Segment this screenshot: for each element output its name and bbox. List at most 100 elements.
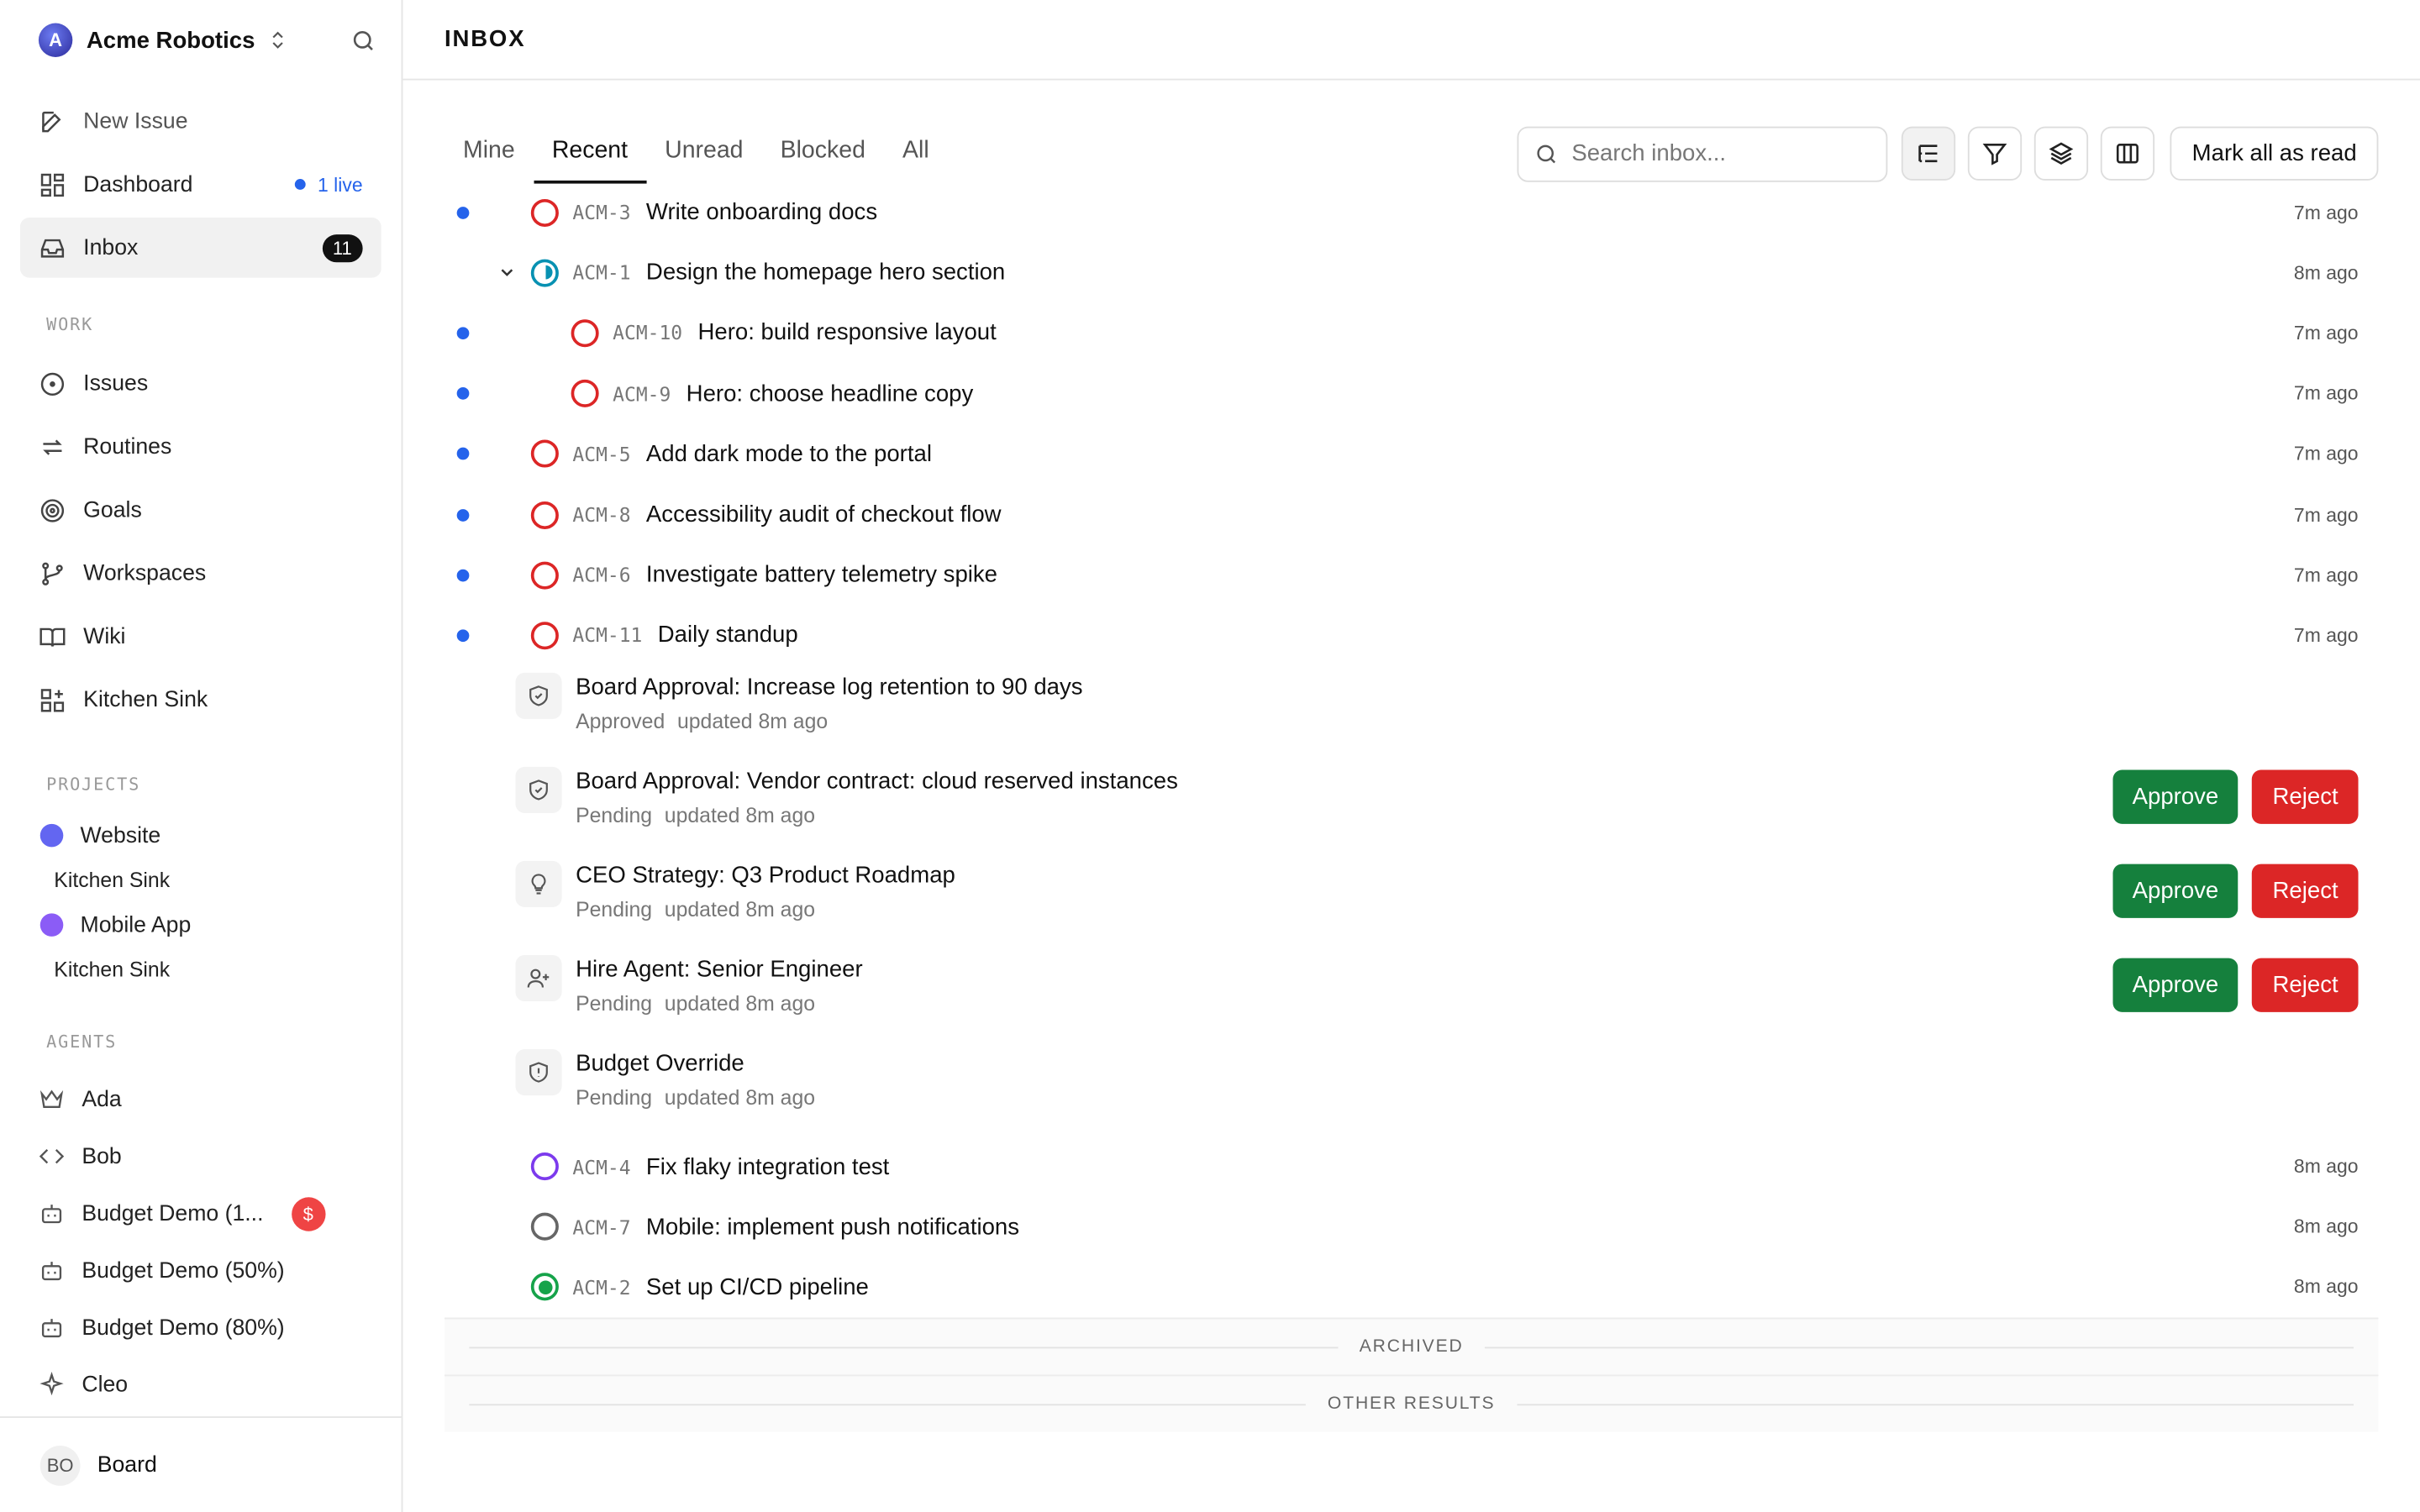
tab-unread[interactable]: Unread — [646, 137, 761, 183]
issue-row[interactable]: ACM-11 Daily standup 7m ago — [445, 606, 2378, 666]
issue-row[interactable]: ACM-3 Write onboarding docs 7m ago — [445, 182, 2378, 243]
project-name: Mobile App — [80, 912, 192, 937]
agent-name: Bob — [82, 1143, 122, 1169]
sidebar-item-routines[interactable]: Routines — [20, 417, 381, 477]
approval-updated: updated 8m ago — [676, 708, 829, 732]
unread-dot — [456, 206, 470, 219]
sidebar-item-wiki[interactable]: Wiki — [20, 606, 381, 667]
mark-all-read-button[interactable]: Mark all as read — [2170, 126, 2379, 181]
approval-row[interactable]: Board Approval: Increase log retention t… — [445, 666, 2378, 760]
approval-title: Board Approval: Vendor contract: cloud r… — [576, 767, 1178, 795]
agent-item[interactable]: Budget Demo (1... $ — [0, 1185, 402, 1242]
status-icon[interactable] — [530, 501, 559, 529]
issue-time: 8m ago — [2293, 1155, 2359, 1178]
chevron-down-icon[interactable] — [497, 263, 517, 283]
tab-recent[interactable]: Recent — [533, 137, 647, 183]
group-button[interactable] — [2034, 126, 2089, 181]
project-subitem[interactable]: Kitchen Sink — [0, 948, 402, 992]
status-icon[interactable] — [571, 380, 599, 408]
agent-item[interactable]: Budget Demo (80%) — [0, 1299, 402, 1357]
agent-item[interactable]: Budget Demo (50%) — [0, 1242, 402, 1299]
approval-row[interactable]: Budget Override Pending updated 8m ago — [445, 1042, 2378, 1137]
issue-title: Investigate battery telemetry spike — [645, 561, 997, 589]
bot-icon — [39, 1257, 65, 1284]
issue-row[interactable]: ACM-1 Design the homepage hero section 8m … — [445, 243, 2378, 303]
issue-key: ACM-5 — [572, 442, 631, 466]
sidebar-item-dashboard[interactable]: Dashboard 1 live — [20, 155, 381, 215]
agent-item[interactable]: Ada — [0, 1071, 402, 1128]
status-icon[interactable] — [530, 1273, 559, 1302]
approval-row[interactable]: Hire Agent: Senior Engineer Pending update… — [445, 948, 2378, 1042]
project-subitem[interactable]: Kitchen Sink — [0, 858, 402, 902]
archived-divider[interactable]: ARCHIVED — [444, 1317, 2379, 1375]
issue-time: 8m ago — [2293, 1276, 2359, 1299]
issue-title: Hero: choose headline copy — [686, 381, 974, 407]
issue-row[interactable]: ACM-2 Set up CI/CD pipeline 8m ago — [445, 1257, 2378, 1318]
issue-row[interactable]: ACM-10 Hero: build responsive layout 7m ag… — [445, 303, 2378, 364]
nested-view-button[interactable] — [1902, 126, 1956, 181]
status-icon[interactable] — [530, 561, 559, 590]
dashboard-icon — [39, 171, 66, 198]
reject-button[interactable]: Reject — [2252, 863, 2359, 917]
issues-top: ACM-3 Write onboarding docs 7m ago ACM-1 Des… — [445, 182, 2378, 666]
issue-time: 7m ago — [2293, 624, 2359, 647]
sidebar-item-label: Issues — [83, 370, 149, 396]
tab-all[interactable]: All — [884, 137, 948, 183]
reject-button[interactable]: Reject — [2252, 957, 2359, 1011]
approve-button[interactable]: Approve — [2112, 957, 2239, 1011]
columns-button[interactable] — [2101, 126, 2155, 181]
issue-row[interactable]: ACM-5 Add dark mode to the portal 7m ago — [445, 424, 2378, 485]
issue-title: Add dark mode to the portal — [645, 441, 932, 468]
status-icon[interactable] — [530, 622, 559, 650]
project-item[interactable]: Mobile App — [0, 902, 402, 947]
other-results-divider[interactable]: OTHER RESULTS — [444, 1374, 2379, 1432]
agent-item[interactable]: Bob — [0, 1128, 402, 1185]
search-box[interactable] — [1518, 125, 1888, 181]
status-icon[interactable] — [571, 319, 599, 348]
issue-time: 8m ago — [2293, 1215, 2359, 1238]
approve-button[interactable]: Approve — [2112, 863, 2239, 917]
workspaces-icon — [39, 559, 66, 587]
search-input[interactable] — [1571, 140, 1865, 167]
agent-item[interactable]: Cleo — [0, 1356, 402, 1413]
issue-time: 7m ago — [2293, 382, 2359, 405]
new-issue-button[interactable]: New Issue — [20, 91, 381, 151]
approval-row[interactable]: Board Approval: Vendor contract: cloud r… — [445, 760, 2378, 854]
issue-key: ACM-7 — [572, 1215, 631, 1239]
issue-row[interactable]: ACM-9 Hero: choose headline copy 7m ago — [445, 364, 2378, 424]
issue-title: Write onboarding docs — [645, 199, 878, 226]
status-icon[interactable] — [530, 440, 559, 469]
sidebar-item-goals[interactable]: Goals — [20, 480, 381, 540]
chevron-up-down-icon — [267, 29, 289, 51]
sidebar-item-kitchen-sink[interactable]: Kitchen Sink — [20, 669, 381, 730]
live-indicator: 1 live — [294, 174, 363, 195]
agent-name: Ada — [82, 1086, 122, 1112]
unread-dot — [456, 629, 470, 642]
project-item[interactable]: Website — [0, 813, 402, 858]
reject-button[interactable]: Reject — [2252, 769, 2359, 823]
status-icon[interactable] — [530, 1213, 559, 1242]
search-icon[interactable] — [350, 27, 376, 53]
approval-row[interactable]: CEO Strategy: Q3 Product Roadmap Pending u… — [445, 854, 2378, 948]
routines-icon — [39, 433, 66, 460]
workspace-switcher[interactable]: A Acme Robotics — [0, 0, 402, 81]
project-name: Website — [80, 822, 161, 848]
filter-button[interactable] — [1968, 126, 2023, 181]
issue-row[interactable]: ACM-4 Fix flaky integration test 8m ago — [445, 1137, 2378, 1197]
user-menu[interactable]: BO Board — [0, 1416, 402, 1512]
issue-row[interactable]: ACM-8 Accessibility audit of checkout flo… — [445, 485, 2378, 545]
crown-icon — [39, 1086, 65, 1112]
status-icon[interactable] — [530, 198, 559, 227]
issue-row[interactable]: ACM-7 Mobile: implement push notification… — [445, 1197, 2378, 1257]
sidebar-item-workspaces[interactable]: Workspaces — [20, 543, 381, 604]
issue-row[interactable]: ACM-6 Investigate battery telemetry spike… — [445, 545, 2378, 606]
approval-updated: updated 8m ago — [664, 1085, 816, 1109]
tab-blocked[interactable]: Blocked — [762, 137, 884, 183]
approval-updated: updated 8m ago — [664, 803, 816, 827]
sidebar-item-issues[interactable]: Issues — [20, 354, 381, 414]
status-icon[interactable] — [530, 259, 559, 287]
approve-button[interactable]: Approve — [2112, 769, 2239, 823]
sidebar-item-inbox[interactable]: Inbox 11 — [19, 217, 381, 278]
status-icon[interactable] — [530, 1152, 559, 1181]
tab-mine[interactable]: Mine — [445, 137, 534, 183]
